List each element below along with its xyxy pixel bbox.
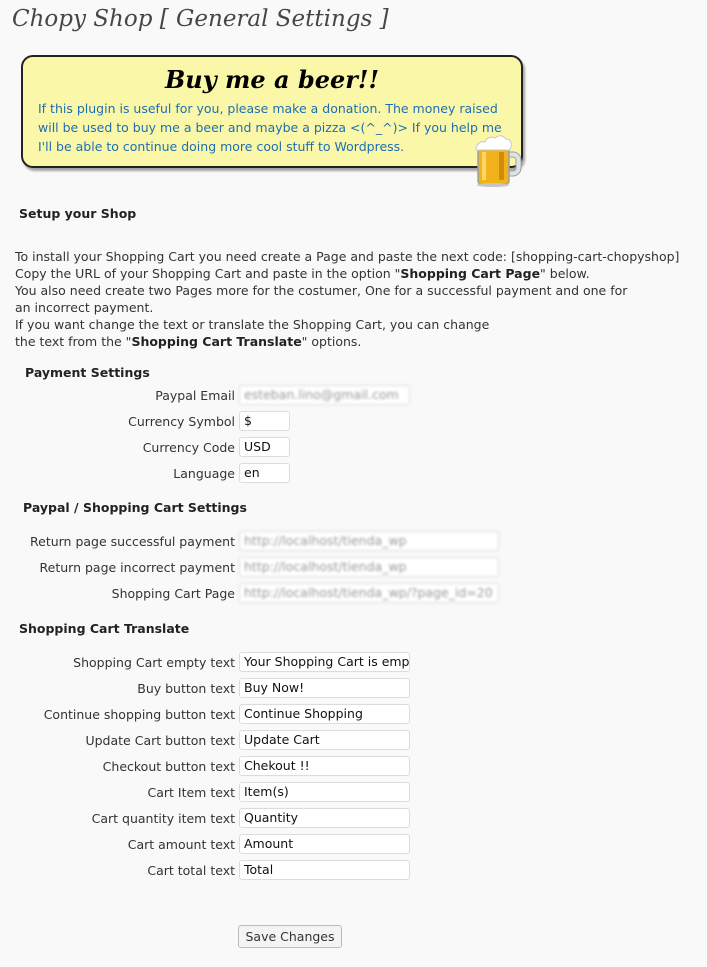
shopping-cart-page-input[interactable]: http://localhost/tienda_wp/?page_id=20	[239, 583, 499, 603]
return-success-label: Return page successful payment	[30, 534, 235, 549]
currency-symbol-label: Currency Symbol	[128, 414, 235, 429]
cart-item-text-input[interactable]: Item(s)	[239, 782, 410, 802]
payment-settings-title: Payment Settings	[25, 365, 150, 380]
cart-quantity-text-label: Cart quantity item text	[91, 811, 235, 826]
paypal-email-input[interactable]: esteban.lino@gmail.com	[239, 385, 410, 405]
setup-line-2: Copy the URL of your Shopping Cart and p…	[15, 266, 590, 281]
continue-shopping-text-label: Continue shopping button text	[43, 707, 235, 722]
language-label: Language	[173, 466, 235, 481]
beer-mug-icon	[475, 135, 522, 187]
currency-code-label: Currency Code	[142, 440, 235, 455]
paypal-settings-title: Paypal / Shopping Cart Settings	[23, 500, 247, 515]
buy-button-text-input[interactable]: Buy Now!	[239, 678, 410, 698]
setup-line-6: the text from the "Shopping Cart Transla…	[15, 334, 362, 349]
donate-text[interactable]: If this plugin is useful for you, please…	[38, 99, 508, 156]
empty-text-label: Shopping Cart empty text	[73, 655, 235, 670]
cart-total-text-label: Cart total text	[147, 863, 235, 878]
buy-button-text-label: Buy button text	[137, 681, 235, 696]
save-changes-button[interactable]: Save Changes	[238, 925, 342, 948]
shopping-cart-page-label: Shopping Cart Page	[111, 586, 235, 601]
setup-line-5: If you want change the text or translate…	[15, 317, 490, 332]
cart-item-text-label: Cart Item text	[147, 785, 236, 800]
setup-title: Setup your Shop	[19, 206, 137, 221]
continue-shopping-text-input[interactable]: Continue Shopping	[239, 704, 410, 724]
currency-code-input[interactable]: USD	[239, 437, 290, 457]
checkout-text-label: Checkout button text	[102, 759, 235, 774]
return-incorrect-input[interactable]: http://localhost/tienda_wp	[239, 557, 499, 577]
cart-total-text-input[interactable]: Total	[239, 860, 410, 880]
setup-line-4: an incorrect payment.	[15, 300, 154, 315]
setup-instructions: To install your Shopping Cart you need c…	[15, 248, 705, 350]
cart-quantity-text-input[interactable]: Quantity	[239, 808, 410, 828]
donate-title: Buy me a beer!!	[165, 65, 379, 94]
translate-title: Shopping Cart Translate	[19, 621, 190, 636]
currency-symbol-input[interactable]: $	[239, 411, 290, 431]
cart-amount-text-input[interactable]: Amount	[239, 834, 410, 854]
update-cart-text-label: Update Cart button text	[85, 733, 235, 748]
setup-line-3: You also need create two Pages more for …	[15, 283, 628, 298]
cart-amount-text-label: Cart amount text	[127, 837, 235, 852]
page-title: Chopy Shop [ General Settings ]	[12, 6, 389, 32]
update-cart-text-input[interactable]: Update Cart	[239, 730, 410, 750]
empty-text-input[interactable]: Your Shopping Cart is empty	[239, 652, 410, 672]
setup-line-1: To install your Shopping Cart you need c…	[15, 249, 680, 264]
return-incorrect-label: Return page incorrect payment	[39, 560, 235, 575]
checkout-text-input[interactable]: Chekout !!	[239, 756, 410, 776]
return-success-input[interactable]: http://localhost/tienda_wp	[239, 531, 499, 551]
donate-box: Buy me a beer!! If this plugin is useful…	[21, 55, 523, 168]
paypal-email-label: Paypal Email	[155, 388, 235, 403]
language-input[interactable]: en	[239, 463, 290, 483]
